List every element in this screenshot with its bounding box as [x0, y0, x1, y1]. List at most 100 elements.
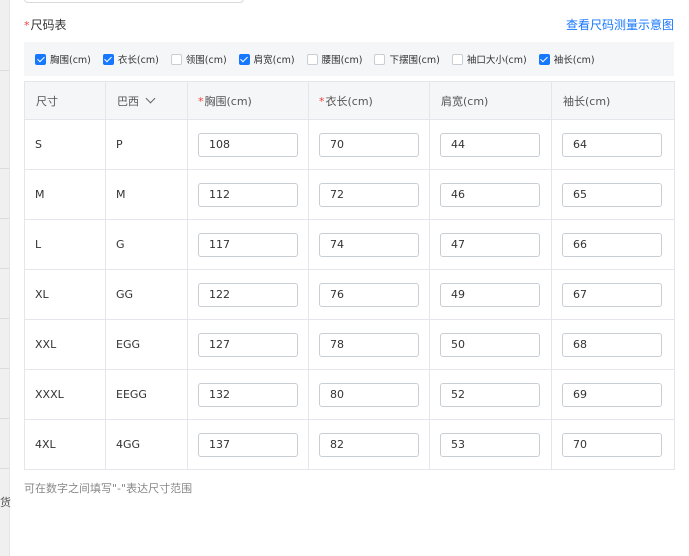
column-header: 袖长(cm)	[551, 81, 675, 120]
checkbox-unchecked-icon[interactable]	[306, 53, 318, 65]
size-cell: XXXL	[35, 388, 64, 401]
chest-input[interactable]	[198, 382, 298, 407]
shoulder-input[interactable]	[440, 282, 540, 307]
sleeve-input[interactable]	[562, 232, 662, 257]
measurement-checkbox-item[interactable]: 肩宽(cm)	[238, 52, 295, 66]
shoulder-input[interactable]	[440, 232, 540, 257]
length-input[interactable]	[319, 332, 419, 357]
checkbox-checked-icon[interactable]	[35, 53, 46, 65]
measurement-checkbox-item[interactable]: 袖长(cm)	[538, 52, 595, 66]
checkbox-checked-icon[interactable]	[102, 53, 114, 65]
checkbox-checked-icon[interactable]	[538, 53, 550, 65]
table-header-row: 尺寸 巴西 *胸围(cm) *衣长(cm) 肩宽(cm) 袖长(cm)	[24, 81, 675, 120]
sleeve-input[interactable]	[562, 182, 662, 207]
table-row: SP	[24, 119, 675, 170]
table-cell: P	[105, 119, 188, 170]
checkbox-unchecked-icon[interactable]	[451, 53, 463, 65]
measurement-checkbox-item[interactable]: 领围(cm)	[170, 52, 227, 66]
shoulder-input[interactable]	[440, 332, 540, 357]
size-chart-header: *尺码表 查看尺码测量示意图	[24, 16, 674, 32]
region-size-cell: 4GG	[116, 438, 141, 451]
table-cell	[429, 419, 552, 470]
sleeve-input[interactable]	[562, 332, 662, 357]
table-cell: M	[105, 169, 188, 220]
size-cell: 4XL	[35, 438, 56, 451]
previous-field-input[interactable]	[24, 0, 244, 3]
checkbox-label: 袖口大小(cm)	[466, 55, 527, 66]
table-cell	[551, 119, 675, 170]
region-size-cell: P	[116, 138, 123, 151]
column-header-label: 肩宽(cm)	[441, 94, 489, 108]
table-cell	[187, 169, 309, 220]
size-cell: S	[35, 138, 42, 151]
length-input[interactable]	[319, 382, 419, 407]
required-asterisk: *	[24, 19, 30, 32]
table-cell: 4XL	[24, 419, 106, 470]
table-cell	[551, 419, 675, 470]
table-cell: G	[105, 219, 188, 270]
shoulder-input[interactable]	[440, 432, 540, 457]
length-input[interactable]	[319, 282, 419, 307]
length-input[interactable]	[319, 432, 419, 457]
measurement-checkbox-item[interactable]: 衣长(cm)	[102, 52, 159, 66]
background-partial-text: 货	[0, 496, 11, 509]
table-cell	[187, 319, 309, 370]
table-cell: GG	[105, 269, 188, 320]
checkbox-label: 领围(cm)	[185, 55, 227, 66]
length-input[interactable]	[319, 232, 419, 257]
table-cell: S	[24, 119, 106, 170]
table-cell	[308, 419, 430, 470]
measurement-checkbox-item[interactable]: 腰围(cm)	[306, 52, 363, 66]
column-header-label: 巴西	[117, 94, 139, 108]
shoulder-input[interactable]	[440, 132, 540, 157]
chest-input[interactable]	[198, 232, 298, 257]
chest-input[interactable]	[198, 282, 298, 307]
shoulder-input[interactable]	[440, 382, 540, 407]
measurement-guide-link[interactable]: 查看尺码测量示意图	[566, 16, 674, 33]
table-cell: XXXL	[24, 369, 106, 420]
sleeve-input[interactable]	[562, 432, 662, 457]
shoulder-input[interactable]	[440, 182, 540, 207]
region-size-cell: GG	[116, 288, 134, 301]
table-row: MM	[24, 169, 675, 220]
region-size-cell: G	[116, 238, 125, 251]
table-cell	[429, 219, 552, 270]
table-cell	[187, 269, 309, 320]
chest-input[interactable]	[198, 182, 298, 207]
column-header-label: 尺寸	[36, 94, 58, 108]
checkbox-unchecked-icon[interactable]	[374, 53, 386, 65]
measurement-checkbox-item[interactable]: 胸围(cm)	[35, 52, 91, 66]
column-header[interactable]: 巴西	[105, 81, 188, 120]
chest-input[interactable]	[198, 432, 298, 457]
measurement-checkbox-item[interactable]: 袖口大小(cm)	[451, 52, 527, 66]
region-size-cell: EEGG	[116, 388, 147, 401]
range-hint-text: 可在数字之间填写"-"表达尺寸范围	[24, 482, 193, 495]
size-cell: XXL	[35, 338, 57, 351]
length-input[interactable]	[319, 132, 419, 157]
sleeve-input[interactable]	[562, 382, 662, 407]
chest-input[interactable]	[198, 132, 298, 157]
column-header-label: 胸围(cm)	[204, 94, 252, 108]
measurement-checkbox-item[interactable]: 下摆围(cm)	[374, 52, 440, 66]
checkbox-label: 肩宽(cm)	[253, 55, 295, 66]
measurement-options-bar: 胸围(cm) 衣长(cm) 领围(cm) 肩宽(cm) 腰围(cm) 下摆围(cm) 袖口大…	[24, 42, 674, 76]
table-cell: M	[24, 169, 106, 220]
chevron-down-icon[interactable]	[145, 93, 156, 103]
chest-input[interactable]	[198, 332, 298, 357]
checkbox-label: 袖长(cm)	[553, 55, 595, 66]
column-header-label: 衣长(cm)	[325, 94, 373, 108]
sleeve-input[interactable]	[562, 282, 662, 307]
column-header: *衣长(cm)	[308, 81, 430, 120]
checkbox-checked-icon[interactable]	[238, 53, 250, 65]
sleeve-input[interactable]	[562, 132, 662, 157]
table-cell	[429, 119, 552, 170]
checkbox-label: 腰围(cm)	[321, 55, 363, 66]
checkbox-unchecked-icon[interactable]	[170, 53, 182, 65]
table-cell	[308, 169, 430, 220]
column-header: 尺寸	[24, 81, 106, 120]
table-cell	[187, 219, 309, 270]
table-cell	[429, 369, 552, 420]
length-input[interactable]	[319, 182, 419, 207]
size-cell: XL	[35, 288, 49, 301]
table-cell	[308, 319, 430, 370]
